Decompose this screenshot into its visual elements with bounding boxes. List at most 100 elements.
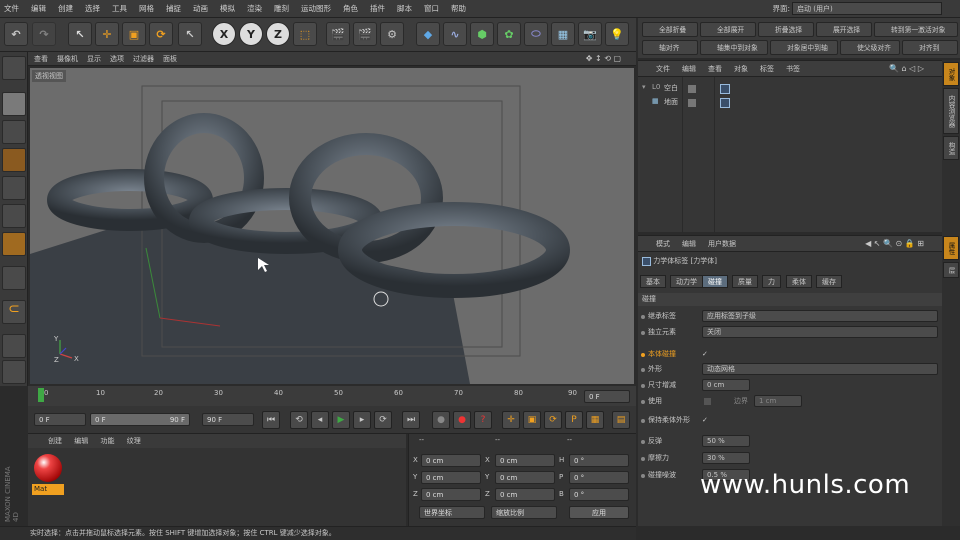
key-rotation-icon[interactable]: ⟳ xyxy=(544,411,562,429)
menu-script[interactable]: 脚本 xyxy=(397,3,412,14)
tab-force[interactable]: 力 xyxy=(762,275,781,288)
play-icon[interactable]: ▶ xyxy=(332,411,350,429)
attr-menu-edit[interactable]: 编辑 xyxy=(682,239,696,249)
prev-frame-icon[interactable]: ◂ xyxy=(311,411,329,429)
menu-render[interactable]: 渲染 xyxy=(247,3,262,14)
menu-animate[interactable]: 动画 xyxy=(193,3,208,14)
attr-nav-icons[interactable]: ◀ ↖ 🔍 ⊙ 🔒 ⊞ xyxy=(865,239,924,248)
z-axis-lock-icon[interactable]: Z xyxy=(266,22,290,46)
tab-basic[interactable]: 基本 xyxy=(640,275,666,288)
axis-mode-icon[interactable] xyxy=(2,266,26,290)
snap-magnet-icon[interactable]: ⊂ xyxy=(2,300,26,324)
object-name-floor[interactable]: 地面 xyxy=(664,97,678,107)
range-slider[interactable]: 0 F 90 F xyxy=(90,413,190,426)
object-row[interactable]: ▾ L0 空白 xyxy=(640,83,940,95)
axis-align-button[interactable]: 轴对齐 xyxy=(642,40,698,55)
attr-menu-mode[interactable]: 模式 xyxy=(656,239,670,249)
auto-key-icon[interactable]: ● xyxy=(453,411,471,429)
x-axis-lock-icon[interactable]: X xyxy=(212,22,236,46)
move-icon[interactable]: ✛ xyxy=(95,22,119,46)
menu-plugins[interactable]: 插件 xyxy=(370,3,385,14)
menu-help[interactable]: 帮助 xyxy=(451,3,466,14)
align-parent-button[interactable]: 使父级对齐 xyxy=(840,40,900,55)
light-icon[interactable]: 💡 xyxy=(605,22,629,46)
expand-selection-button[interactable]: 展开选择 xyxy=(816,22,872,37)
menu-mesh[interactable]: 网格 xyxy=(139,3,154,14)
current-frame-field[interactable]: 0 F xyxy=(584,390,630,403)
collapse-selection-button[interactable]: 折叠选择 xyxy=(758,22,814,37)
menu-snap[interactable]: 捕捉 xyxy=(166,3,181,14)
lock-workplane-icon[interactable] xyxy=(2,334,26,358)
undo-icon[interactable]: ↶ xyxy=(4,22,28,46)
menu-file[interactable]: 文件 xyxy=(4,3,19,14)
scale-icon[interactable]: ▣ xyxy=(122,22,146,46)
coord-scale-select[interactable]: 缩放比例 xyxy=(491,506,557,519)
use-checkbox[interactable] xyxy=(704,398,711,405)
key-scale-icon[interactable]: ▣ xyxy=(523,411,541,429)
menu-create[interactable]: 创建 xyxy=(58,3,73,14)
texture-mode-icon[interactable] xyxy=(2,120,26,144)
viewport-nav-icons[interactable]: ✥ ↕ ⟲ ▢ xyxy=(586,54,621,63)
spline-pen-icon[interactable]: ∿ xyxy=(443,22,467,46)
next-frame-icon[interactable]: ▸ xyxy=(353,411,371,429)
viewport-menu-view[interactable]: 查看 xyxy=(34,54,48,64)
mat-menu-function[interactable]: 功能 xyxy=(100,437,114,445)
collider-tag-icon[interactable] xyxy=(720,98,730,108)
align-to-button[interactable]: 对齐到 xyxy=(902,40,958,55)
go-first-active-button[interactable]: 转到第一激活对象 xyxy=(874,22,958,37)
mat-menu-create[interactable]: 创建 xyxy=(48,437,62,445)
viewport-menu-camera[interactable]: 摄像机 xyxy=(57,54,78,64)
model-mode-icon[interactable] xyxy=(2,92,26,116)
coord-pos-z[interactable]: 0 cm xyxy=(421,488,481,501)
cube-icon[interactable]: ◆ xyxy=(416,22,440,46)
obj-menu-edit[interactable]: 编辑 xyxy=(682,64,696,74)
end-frame-field[interactable]: 90 F xyxy=(202,413,254,426)
size-increment-field[interactable]: 0 cm xyxy=(702,379,750,391)
expand-all-button[interactable]: 全部展开 xyxy=(700,22,756,37)
floor-icon[interactable]: ▦ xyxy=(551,22,575,46)
viewport-menu-filter[interactable]: 过滤器 xyxy=(133,54,154,64)
live-select-icon[interactable]: ↖ xyxy=(68,22,92,46)
side-tab-structure[interactable]: 构造 xyxy=(943,136,959,160)
camera-icon[interactable]: 📷 xyxy=(578,22,602,46)
axis-center-object-button[interactable]: 轴集中到对象 xyxy=(700,40,768,55)
perspective-viewport[interactable]: 透视视图 Y X Z xyxy=(30,68,634,384)
apply-button[interactable]: 应用 xyxy=(569,506,629,519)
obj-search-icon[interactable]: 🔍 ⌂ ◁ ▷ xyxy=(889,64,924,73)
obj-menu-bookmark[interactable]: 书签 xyxy=(786,64,800,74)
y-axis-lock-icon[interactable]: Y xyxy=(239,22,263,46)
viewport-menu-display[interactable]: 显示 xyxy=(87,54,101,64)
keyframe-selection-icon[interactable]: ? xyxy=(474,411,492,429)
side-tab-objects[interactable]: 对象 xyxy=(943,62,959,86)
shape-select[interactable]: 动态网格 xyxy=(702,363,938,375)
prev-key-icon[interactable]: ⟲ xyxy=(290,411,308,429)
render-settings-icon[interactable]: ⚙ xyxy=(380,22,404,46)
key-position-icon[interactable]: ✛ xyxy=(502,411,520,429)
record-keys-icon[interactable]: ● xyxy=(432,411,450,429)
timeline-window-icon[interactable]: ▤ xyxy=(612,411,630,429)
mat-menu-texture[interactable]: 纹理 xyxy=(127,437,141,445)
tab-dynamics[interactable]: 动力学 xyxy=(670,275,703,288)
edges-mode-icon[interactable] xyxy=(2,204,26,228)
inherit-tag-select[interactable]: 应用标签到子级 xyxy=(702,310,938,322)
tab-collision[interactable]: 碰撞 xyxy=(702,275,728,288)
keep-softbody-checkbox[interactable]: ✓ xyxy=(702,413,708,428)
collapse-all-button[interactable]: 全部折叠 xyxy=(642,22,698,37)
bounce-field[interactable]: 50 % xyxy=(702,435,750,447)
mat-menu-edit[interactable]: 编辑 xyxy=(74,437,88,445)
menu-edit[interactable]: 编辑 xyxy=(31,3,46,14)
side-tab-layers[interactable]: 层 xyxy=(943,262,959,278)
border-field[interactable]: 1 cm xyxy=(754,395,802,407)
key-param-icon[interactable]: P xyxy=(565,411,583,429)
attr-menu-userdata[interactable]: 用户数据 xyxy=(708,239,736,249)
start-frame-field[interactable]: 0 F xyxy=(34,413,86,426)
workplane-icon[interactable] xyxy=(2,148,26,172)
render-view-icon[interactable]: 🎬 xyxy=(326,22,350,46)
visibility-toggle-icon[interactable] xyxy=(688,99,696,107)
coord-size-x[interactable]: 0 cm xyxy=(495,454,555,467)
object-row[interactable]: ▦ 地面 xyxy=(640,97,940,109)
coord-rot-h[interactable]: 0 ° xyxy=(569,454,629,467)
viewport-menu-options[interactable]: 选项 xyxy=(110,54,124,64)
coord-size-z[interactable]: 0 cm xyxy=(495,488,555,501)
menu-simulate[interactable]: 模拟 xyxy=(220,3,235,14)
